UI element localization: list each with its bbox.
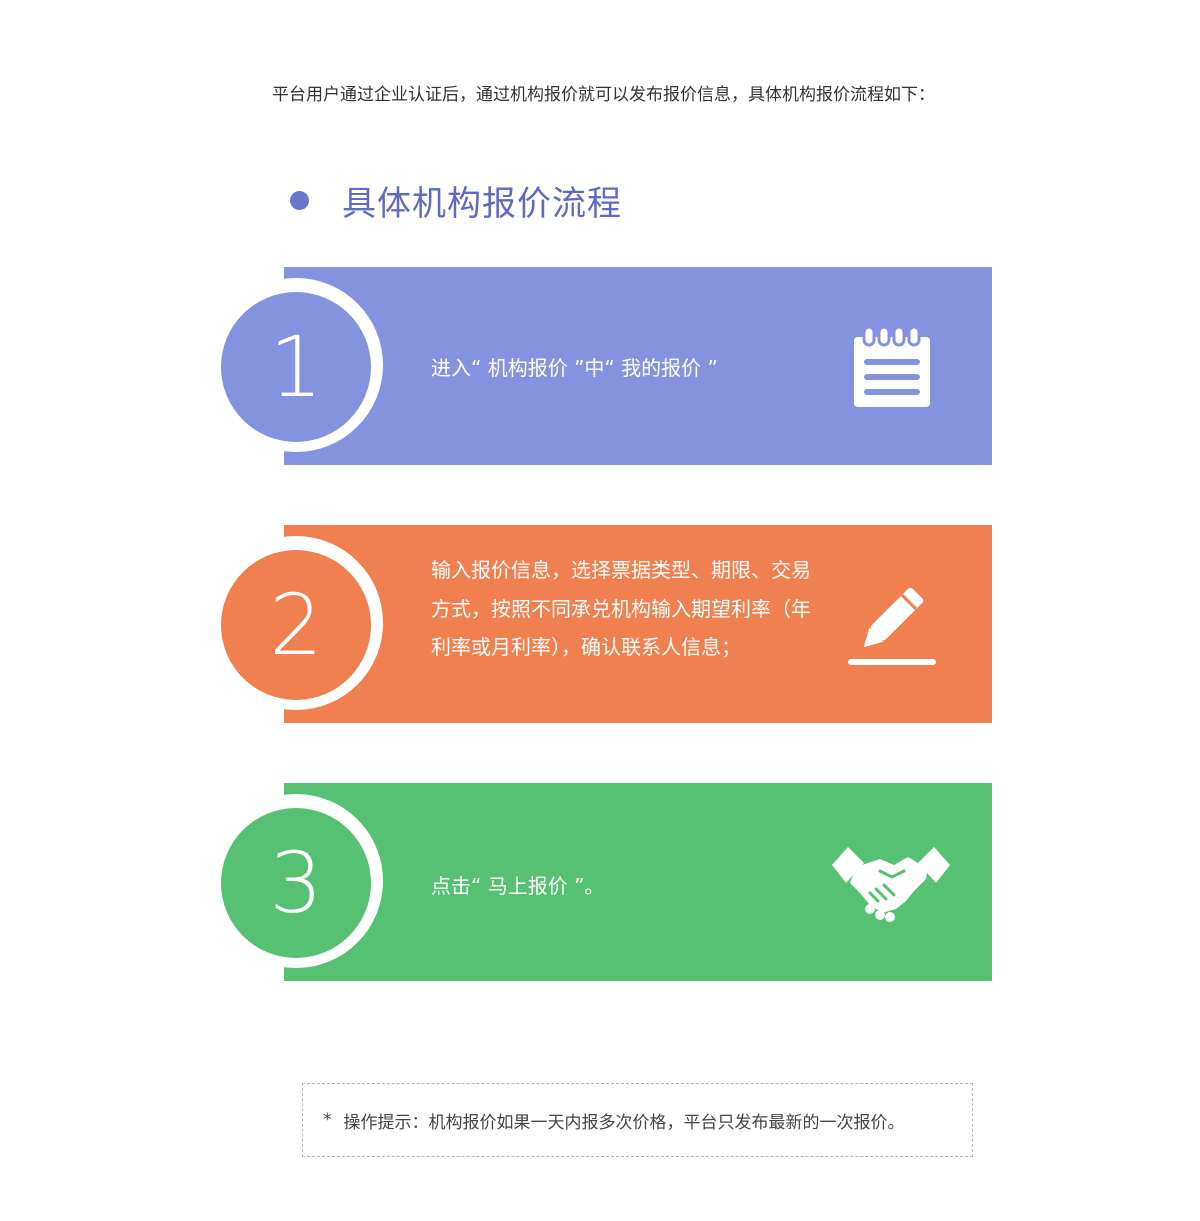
step-2-text: 输入报价信息，选择票据类型、期限、交易方式，按照不同承兑机构输入期望利率（年利率…: [431, 558, 811, 659]
step-1-text: 进入“ 机构报价 ”中“ 我的报价 ”: [431, 356, 718, 380]
step-3-number: 3: [221, 808, 371, 958]
step-2-card: 2 输入报价信息，选择票据类型、期限、交易方式，按照不同承兑机构输入期望利率（年…: [209, 525, 992, 723]
intro-text: 平台用户通过企业认证后，通过机构报价就可以发布报价信息，具体机构报价流程如下：: [272, 85, 935, 105]
step-1-number: 1: [221, 292, 371, 442]
asterisk: *: [323, 1110, 332, 1130]
step-1-card: 1 进入“ 机构报价 ”中“ 我的报价 ”: [209, 267, 992, 465]
notepad-icon: [854, 325, 930, 407]
bullet-dot-icon: [290, 191, 309, 210]
handshake-icon: [832, 847, 950, 922]
tip-text: 操作提示：机构报价如果一天内报多次价格，平台只发布最新的一次报价。: [343, 1112, 905, 1133]
step-2-number: 2: [221, 550, 371, 700]
section-header: 具体机构报价流程: [290, 176, 622, 225]
step-3-card: 3 点击“ 马上报价 ”。: [209, 783, 992, 981]
operation-tip: * 操作提示：机构报价如果一天内报多次价格，平台只发布最新的一次报价。: [302, 1083, 973, 1157]
step-3-text: 点击“ 马上报价 ”。: [431, 874, 605, 898]
section-title: 具体机构报价流程: [342, 184, 622, 224]
pencil-icon: [848, 587, 936, 665]
